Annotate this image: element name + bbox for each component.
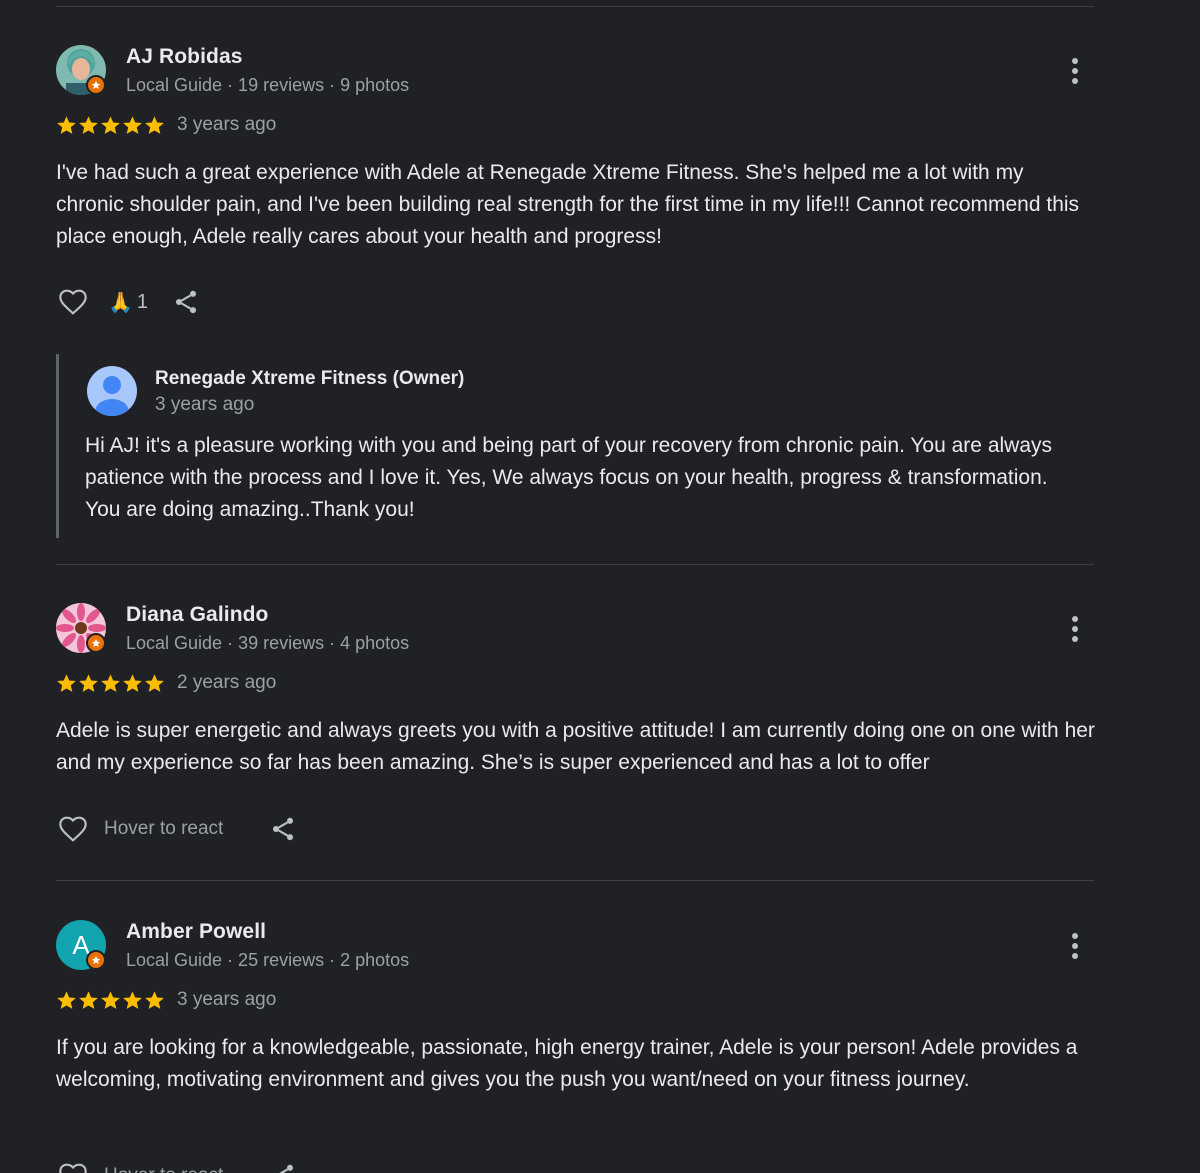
star-icon bbox=[145, 673, 164, 692]
like-button[interactable] bbox=[56, 286, 90, 318]
owner-name: Renegade Xtreme Fitness (Owner) bbox=[155, 368, 465, 389]
owner-reply: Renegade Xtreme Fitness (Owner) 3 years … bbox=[56, 354, 1059, 538]
like-button[interactable] bbox=[56, 813, 90, 845]
review-actions: Hover to react bbox=[56, 1158, 297, 1173]
more-options-button[interactable] bbox=[1060, 53, 1090, 89]
star-icon bbox=[57, 990, 76, 1009]
more-options-button[interactable] bbox=[1060, 611, 1090, 647]
star-icon bbox=[79, 673, 98, 692]
star-rating bbox=[56, 673, 165, 694]
star-icon bbox=[79, 115, 98, 134]
divider bbox=[56, 880, 1094, 881]
review-date: 2 years ago bbox=[177, 672, 277, 693]
more-options-button[interactable] bbox=[1060, 928, 1090, 964]
review-actions: 🙏 1 bbox=[56, 284, 200, 320]
share-icon bbox=[175, 290, 197, 314]
share-button[interactable] bbox=[269, 814, 297, 844]
star-icon bbox=[57, 115, 76, 134]
star-rating bbox=[56, 990, 165, 1011]
star-icon bbox=[57, 673, 76, 692]
praying-hands-icon: 🙏 bbox=[108, 291, 133, 314]
heart-icon bbox=[59, 816, 87, 842]
star-icon bbox=[123, 115, 142, 134]
rating-row: 2 years ago bbox=[56, 671, 276, 695]
owner-avatar[interactable] bbox=[87, 366, 137, 416]
reviewer-name[interactable]: Diana Galindo bbox=[126, 603, 269, 627]
owner-reply-date: 3 years ago bbox=[155, 394, 255, 415]
star-icon bbox=[101, 115, 120, 134]
rating-row: 3 years ago bbox=[56, 988, 276, 1012]
review-actions: Hover to react bbox=[56, 811, 297, 847]
star-icon bbox=[101, 990, 120, 1009]
reviewer-meta[interactable]: Local Guide · 39 reviews · 4 photos bbox=[126, 633, 409, 654]
review-card: A Amber Powell Local Guide · 25 reviews … bbox=[56, 920, 1096, 1173]
star-icon bbox=[145, 115, 164, 134]
review-text: If you are looking for a knowledgeable, … bbox=[56, 1036, 1078, 1091]
reaction-chip[interactable]: 🙏 1 bbox=[108, 290, 148, 315]
hover-to-react-label: Hover to react bbox=[104, 1165, 223, 1173]
owner-reply-text: Hi AJ! it's a pleasure working with you … bbox=[85, 434, 1053, 521]
reviews-page: AJ Robidas Local Guide · 19 reviews · 9 … bbox=[0, 0, 1200, 1173]
local-guide-badge-icon bbox=[86, 950, 106, 970]
reviewer-name[interactable]: AJ Robidas bbox=[126, 45, 243, 69]
star-icon bbox=[123, 673, 142, 692]
share-button[interactable] bbox=[172, 287, 200, 317]
local-guide-badge-icon bbox=[86, 75, 106, 95]
star-icon bbox=[101, 673, 120, 692]
share-icon bbox=[273, 817, 294, 841]
heart-icon bbox=[59, 289, 87, 315]
divider bbox=[56, 6, 1094, 7]
review-date: 3 years ago bbox=[177, 989, 277, 1010]
reviewer-name[interactable]: Amber Powell bbox=[126, 920, 266, 944]
divider bbox=[56, 564, 1094, 565]
review-text: Adele is super energetic and always gree… bbox=[56, 719, 1095, 774]
star-icon bbox=[123, 990, 142, 1009]
review-text: I've had such a great experience with Ad… bbox=[56, 161, 1080, 248]
rating-row: 3 years ago bbox=[56, 113, 276, 137]
heart-icon bbox=[59, 1163, 87, 1173]
star-rating bbox=[56, 115, 165, 136]
share-button[interactable] bbox=[269, 1161, 297, 1173]
star-icon bbox=[79, 990, 98, 1009]
like-button[interactable] bbox=[56, 1160, 90, 1173]
review-card: AJ Robidas Local Guide · 19 reviews · 9 … bbox=[56, 45, 1096, 565]
reviewer-meta[interactable]: Local Guide · 19 reviews · 9 photos bbox=[126, 75, 409, 96]
hover-to-react-label: Hover to react bbox=[104, 818, 224, 839]
share-icon bbox=[275, 1164, 294, 1173]
star-icon bbox=[145, 990, 164, 1009]
review-card: Diana Galindo Local Guide · 39 reviews ·… bbox=[56, 603, 1096, 883]
review-date: 3 years ago bbox=[177, 114, 277, 135]
local-guide-badge-icon bbox=[86, 633, 106, 653]
reviewer-meta[interactable]: Local Guide · 25 reviews · 2 photos bbox=[126, 950, 409, 971]
reaction-count: 1 bbox=[136, 290, 149, 313]
